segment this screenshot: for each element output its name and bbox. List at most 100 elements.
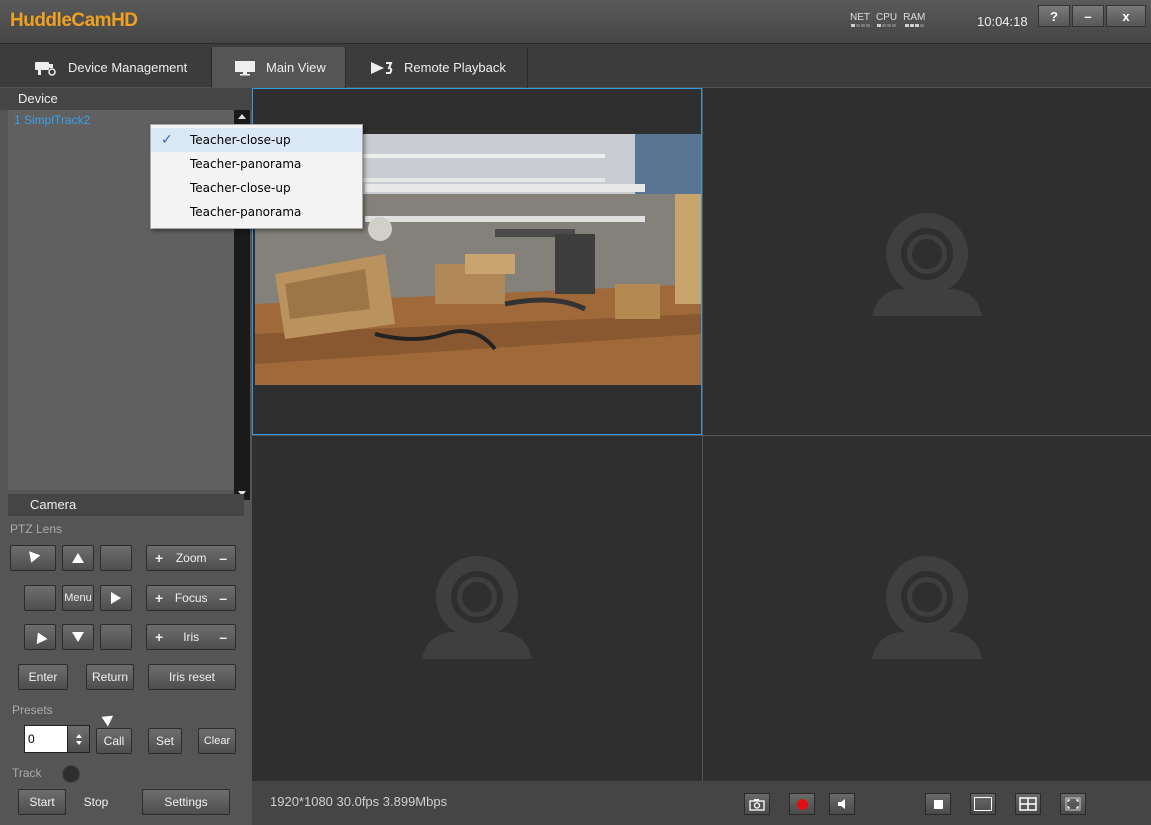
video-grid [252, 88, 1151, 781]
spin-up-icon[interactable] [75, 733, 82, 738]
ptz-down-right-button[interactable] [99, 545, 132, 648]
track-label: Track [12, 766, 42, 780]
ptz-up-right-button[interactable] [98, 624, 132, 727]
net-meter-bars [850, 24, 870, 27]
app-title: HuddleCamHD [10, 10, 138, 31]
monitor-icon [234, 60, 256, 76]
preset-clear-button[interactable]: Clear [198, 728, 236, 754]
ptz-down-left-button[interactable] [10, 545, 56, 571]
ram-meter: RAM [903, 13, 925, 27]
zoom-control[interactable]: + Zoom – [146, 545, 236, 571]
video-cell-2[interactable] [703, 88, 1151, 435]
video-cell-4[interactable] [703, 436, 1151, 781]
menu-item-label: Teacher-panorama [190, 205, 302, 219]
arrow-down-left-icon [25, 551, 41, 565]
focus-label: Focus [174, 591, 208, 605]
tab-remote-playback[interactable]: Remote Playback [346, 47, 528, 88]
arrow-down-icon [72, 632, 84, 642]
tab-label: Remote Playback [404, 60, 506, 75]
net-meter-label: NET [850, 12, 870, 23]
menu-item-label: Teacher-close-up [190, 181, 291, 195]
track-start-button[interactable]: Start [18, 789, 66, 815]
zoom-in-button[interactable]: + [155, 550, 163, 566]
arrow-right-icon [111, 592, 121, 604]
tab-device-management[interactable]: Device Management [18, 47, 212, 88]
net-meter: NET [850, 13, 870, 27]
camera-icon [34, 60, 58, 76]
focus-far-button[interactable]: – [219, 590, 227, 606]
webcam-placeholder-icon [422, 556, 532, 659]
tab-main-view[interactable]: Main View [212, 47, 346, 88]
preset-spin-buttons[interactable] [67, 726, 89, 752]
enter-button[interactable]: Enter [18, 664, 68, 690]
close-button[interactable]: x [1106, 5, 1146, 27]
arrow-up-left-icon [32, 629, 48, 645]
iris-open-button[interactable]: + [155, 629, 163, 645]
track-status-indicator[interactable] [62, 765, 80, 783]
menu-item[interactable]: Teacher-close-up [151, 176, 362, 200]
ptz-down-button[interactable] [62, 624, 94, 650]
record-icon [796, 798, 808, 810]
title-bar: HuddleCamHD NET CPU RAM 10:04:18 ? – x [0, 0, 1151, 44]
stream-info: 1920*1080 30.0fps 3.899Mbps [270, 794, 448, 809]
iris-reset-button[interactable]: Iris reset [148, 664, 236, 690]
ptz-up-left-button[interactable] [24, 624, 56, 650]
audio-button[interactable] [829, 793, 855, 815]
preset-stepper[interactable] [24, 725, 90, 753]
minimize-button[interactable]: – [1072, 5, 1104, 27]
preset-input[interactable] [25, 726, 65, 752]
snapshot-button[interactable] [744, 793, 770, 815]
record-button[interactable] [789, 793, 815, 815]
scroll-up-icon[interactable] [238, 114, 246, 119]
track-stop-button[interactable]: Stop [76, 789, 116, 815]
cpu-meter: CPU [876, 13, 897, 27]
track-settings-button[interactable]: Settings [142, 789, 230, 815]
window-controls: ? – x [1038, 5, 1146, 27]
fullscreen-button[interactable] [1060, 793, 1086, 815]
layout-2x2-button[interactable] [1015, 793, 1041, 815]
status-bar: 1920*1080 30.0fps 3.899Mbps [252, 781, 1151, 825]
menu-item[interactable]: Teacher-panorama [151, 200, 362, 224]
ptz-left-button[interactable] [24, 585, 56, 686]
device-header: Device [0, 88, 252, 110]
help-button[interactable]: ? [1038, 5, 1070, 27]
single-view-icon [933, 799, 943, 809]
camera-snapshot-icon [749, 798, 765, 811]
video-cell-3[interactable] [252, 436, 702, 781]
playback-icon [370, 60, 394, 76]
tab-bar: Device Management Main View Remote Playb… [0, 44, 1151, 88]
cpu-meter-label: CPU [876, 12, 898, 23]
preset-dropdown-menu: ✓ Teacher-close-up Teacher-panorama Teac… [150, 124, 363, 229]
preset-set-button[interactable]: Set [148, 728, 182, 754]
menu-item-label: Teacher-panorama [190, 157, 302, 171]
ptz-menu-button[interactable]: Menu [62, 585, 94, 611]
iris-label: Iris [183, 630, 200, 644]
return-button[interactable]: Return [86, 664, 134, 690]
zoom-out-button[interactable]: – [219, 550, 227, 566]
focus-control[interactable]: + Focus – [146, 585, 236, 611]
focus-near-button[interactable]: + [155, 590, 163, 606]
cpu-meter-bars [877, 24, 897, 27]
spin-down-icon[interactable] [75, 740, 82, 745]
webcam-placeholder-icon [872, 556, 982, 659]
webcam-placeholder-icon [872, 213, 982, 316]
arrow-up-right-icon [98, 711, 114, 727]
iris-close-button[interactable]: – [219, 629, 227, 645]
layout-single-button[interactable] [970, 793, 996, 815]
tab-label: Main View [266, 60, 326, 75]
arrow-up-icon [72, 553, 84, 563]
quad-view-icon [1019, 797, 1037, 811]
frame-view-icon [974, 797, 992, 811]
iris-control[interactable]: + Iris – [146, 624, 236, 650]
ptz-lens-label: PTZ Lens [10, 522, 63, 536]
ptz-right-button[interactable] [100, 585, 132, 611]
zoom-label: Zoom [175, 551, 207, 565]
menu-item[interactable]: Teacher-panorama [151, 152, 362, 176]
menu-item[interactable]: ✓ Teacher-close-up [151, 128, 362, 152]
layout-1x1-button[interactable] [925, 793, 951, 815]
clock: 10:04:18 [977, 14, 1028, 29]
checkmark-icon: ✓ [161, 132, 173, 148]
fullscreen-icon [1065, 797, 1081, 811]
preset-call-button[interactable]: Call [96, 728, 132, 754]
ptz-up-button[interactable] [62, 545, 94, 571]
